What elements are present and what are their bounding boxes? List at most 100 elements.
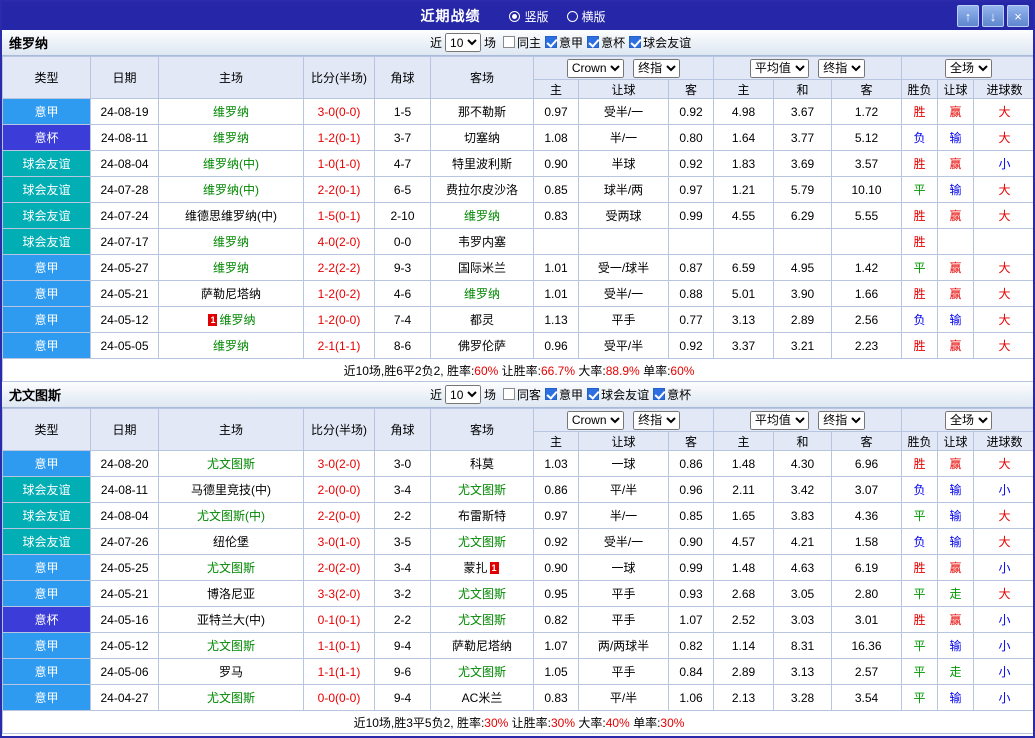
corner-count: 4-7	[374, 150, 431, 177]
asian-away-odds: 0.80	[667, 124, 715, 151]
scroll-down-button[interactable]: ↓	[982, 5, 1004, 27]
league-badge: 意甲	[2, 332, 91, 359]
asian-odds-stage-select[interactable]: 终指	[633, 410, 681, 430]
home-team-cell: 维罗纳(中)	[158, 150, 304, 177]
goals-result: 小	[973, 658, 1033, 685]
euro-away-odds: 2.57	[831, 658, 903, 685]
scroll-up-button[interactable]: ↑	[957, 5, 979, 27]
euro-home-odds: 3.13	[713, 306, 775, 333]
euro-home-odds: 3.37	[713, 332, 775, 359]
filter-checkbox[interactable]: 同客	[503, 386, 541, 403]
away-team-cell: 尤文图斯	[430, 528, 534, 555]
close-button[interactable]: ×	[1007, 5, 1029, 27]
match-date: 24-08-04	[90, 502, 159, 529]
euro-odds-source-select[interactable]: 平均值	[749, 410, 809, 430]
asian-handicap: 一球	[578, 554, 669, 581]
asian-handicap: 受半/一	[578, 280, 669, 307]
team-label: 萨勒尼塔纳	[200, 287, 261, 301]
euro-away-odds: 6.96	[831, 450, 903, 477]
league-badge: 球会友谊	[2, 228, 91, 255]
euro-away-odds: 3.01	[831, 606, 903, 633]
scope-select[interactable]: 全场	[945, 410, 993, 430]
asian-handicap: 两/两球半	[578, 632, 669, 659]
away-team-cell: 科莫	[430, 450, 534, 477]
away-team-cell: 尤文图斯	[430, 658, 534, 685]
checkbox-checked-icon	[545, 388, 558, 401]
league-filter-checkboxes: 同主 意甲 意杯 球会友谊	[499, 34, 691, 52]
scope-select[interactable]: 全场	[945, 58, 993, 78]
score-halftime: 2-1(1-1)	[303, 332, 375, 359]
euro-home-odds	[713, 228, 775, 255]
filter-checkbox[interactable]: 意甲	[545, 386, 583, 403]
goals-result: 大	[973, 202, 1033, 229]
filter-checkbox[interactable]: 意甲	[545, 34, 583, 51]
away-team-cell: 维罗纳	[430, 202, 534, 229]
asian-handicap: 平手	[578, 306, 669, 333]
league-badge: 意甲	[2, 554, 91, 581]
match-row: 球会友谊 24-08-11 马德里竞技(中) 2-0(0-0) 3-4 尤文图斯 0.86 平…	[2, 476, 1033, 503]
asian-odds-stage-select[interactable]: 终指	[633, 58, 681, 78]
league-badge: 意甲	[2, 254, 91, 281]
handicap-result: 输	[937, 176, 975, 203]
corner-count: 4-6	[374, 280, 431, 307]
corner-count: 3-5	[374, 528, 431, 555]
bookmaker-select[interactable]: Crown	[566, 410, 624, 430]
match-date: 24-05-12	[90, 306, 159, 333]
bookmaker-select[interactable]: Crown	[566, 58, 624, 78]
score-halftime: 3-0(1-0)	[303, 528, 375, 555]
recent-count-select[interactable]: 10	[445, 33, 482, 52]
away-team-cell: 韦罗内塞	[430, 228, 534, 255]
asian-home-odds: 1.01	[533, 280, 579, 307]
match-row: 意杯 24-08-11 维罗纳 1-2(0-1) 3-7 切塞纳 1.08 半/一 0.80 1.…	[2, 124, 1033, 151]
euro-away-odds	[831, 228, 903, 255]
asian-home-odds: 1.07	[533, 632, 579, 659]
asian-handicap: 平/半	[578, 684, 669, 711]
view-mode-option-horizontal[interactable]: 横版	[566, 8, 606, 25]
view-mode-option-vertical[interactable]: 竖版	[509, 8, 549, 25]
asian-home-odds: 1.08	[533, 124, 579, 151]
asian-away-odds: 0.82	[667, 632, 715, 659]
euro-odds-source-select[interactable]: 平均值	[749, 58, 809, 78]
filter-checkbox[interactable]: 同主	[503, 34, 541, 51]
team-label: 切塞纳	[463, 131, 500, 145]
asian-away-odds: 0.99	[667, 554, 715, 581]
section-summary: 近10场,胜6平2负2, 胜率:60% 让胜率:66.7% 大率:88.9% 单…	[2, 358, 1033, 382]
team-label: 马德里竞技(中)	[191, 483, 271, 497]
away-team-cell: 尤文图斯	[430, 476, 534, 503]
asian-handicap: 平手	[578, 658, 669, 685]
filter-checkbox[interactable]: 球会友谊	[629, 34, 691, 51]
euro-draw-odds: 3.83	[773, 502, 833, 529]
sub-header-goals: 进球数	[973, 79, 1033, 99]
league-badge: 意甲	[2, 632, 91, 659]
asian-away-odds: 0.86	[667, 450, 715, 477]
match-row: 意甲 24-04-27 尤文图斯 0-0(0-0) 9-4 AC米兰 0.83 平/半 1.06…	[2, 684, 1033, 711]
match-date: 24-08-20	[90, 450, 159, 477]
euro-home-odds: 4.55	[713, 202, 775, 229]
handicap-result: 走	[937, 658, 975, 685]
euro-home-odds: 2.52	[713, 606, 775, 633]
win-draw-loss-result: 负	[901, 528, 939, 555]
goals-result: 大	[973, 502, 1033, 529]
score-halftime: 0-1(0-1)	[303, 606, 375, 633]
team-label: 罗马	[218, 665, 243, 679]
team-label: 佛罗伦萨	[457, 339, 506, 353]
asian-away-odds: 1.06	[667, 684, 715, 711]
filter-checkbox[interactable]: 球会友谊	[587, 386, 649, 403]
euro-odds-stage-select[interactable]: 终指	[818, 58, 866, 78]
sub-header-euro-home: 主	[713, 79, 775, 99]
team-label: 维罗纳	[212, 105, 249, 119]
match-row: 球会友谊 24-07-17 维罗纳 4-0(2-0) 0-0 韦罗内塞 胜	[2, 228, 1033, 255]
checkbox-checked-icon	[653, 388, 666, 401]
recent-count-select[interactable]: 10	[445, 385, 482, 404]
asian-handicap: 受半/一	[578, 528, 669, 555]
asian-home-odds: 0.86	[533, 476, 579, 503]
handicap-result	[937, 228, 975, 255]
match-row: 球会友谊 24-07-26 纽伦堡 3-0(1-0) 3-5 尤文图斯 0.92 受半/一 0.…	[2, 528, 1033, 555]
match-date: 24-07-28	[90, 176, 159, 203]
filter-checkbox[interactable]: 意杯	[587, 34, 625, 51]
asian-away-odds: 1.07	[667, 606, 715, 633]
filter-checkbox[interactable]: 意杯	[653, 386, 691, 403]
sub-header-asian-away: 客	[667, 79, 715, 99]
euro-odds-stage-select[interactable]: 终指	[818, 410, 866, 430]
section-header: 尤文图斯 近 10 场 同客 意甲 球会友谊 意杯	[2, 382, 1033, 408]
